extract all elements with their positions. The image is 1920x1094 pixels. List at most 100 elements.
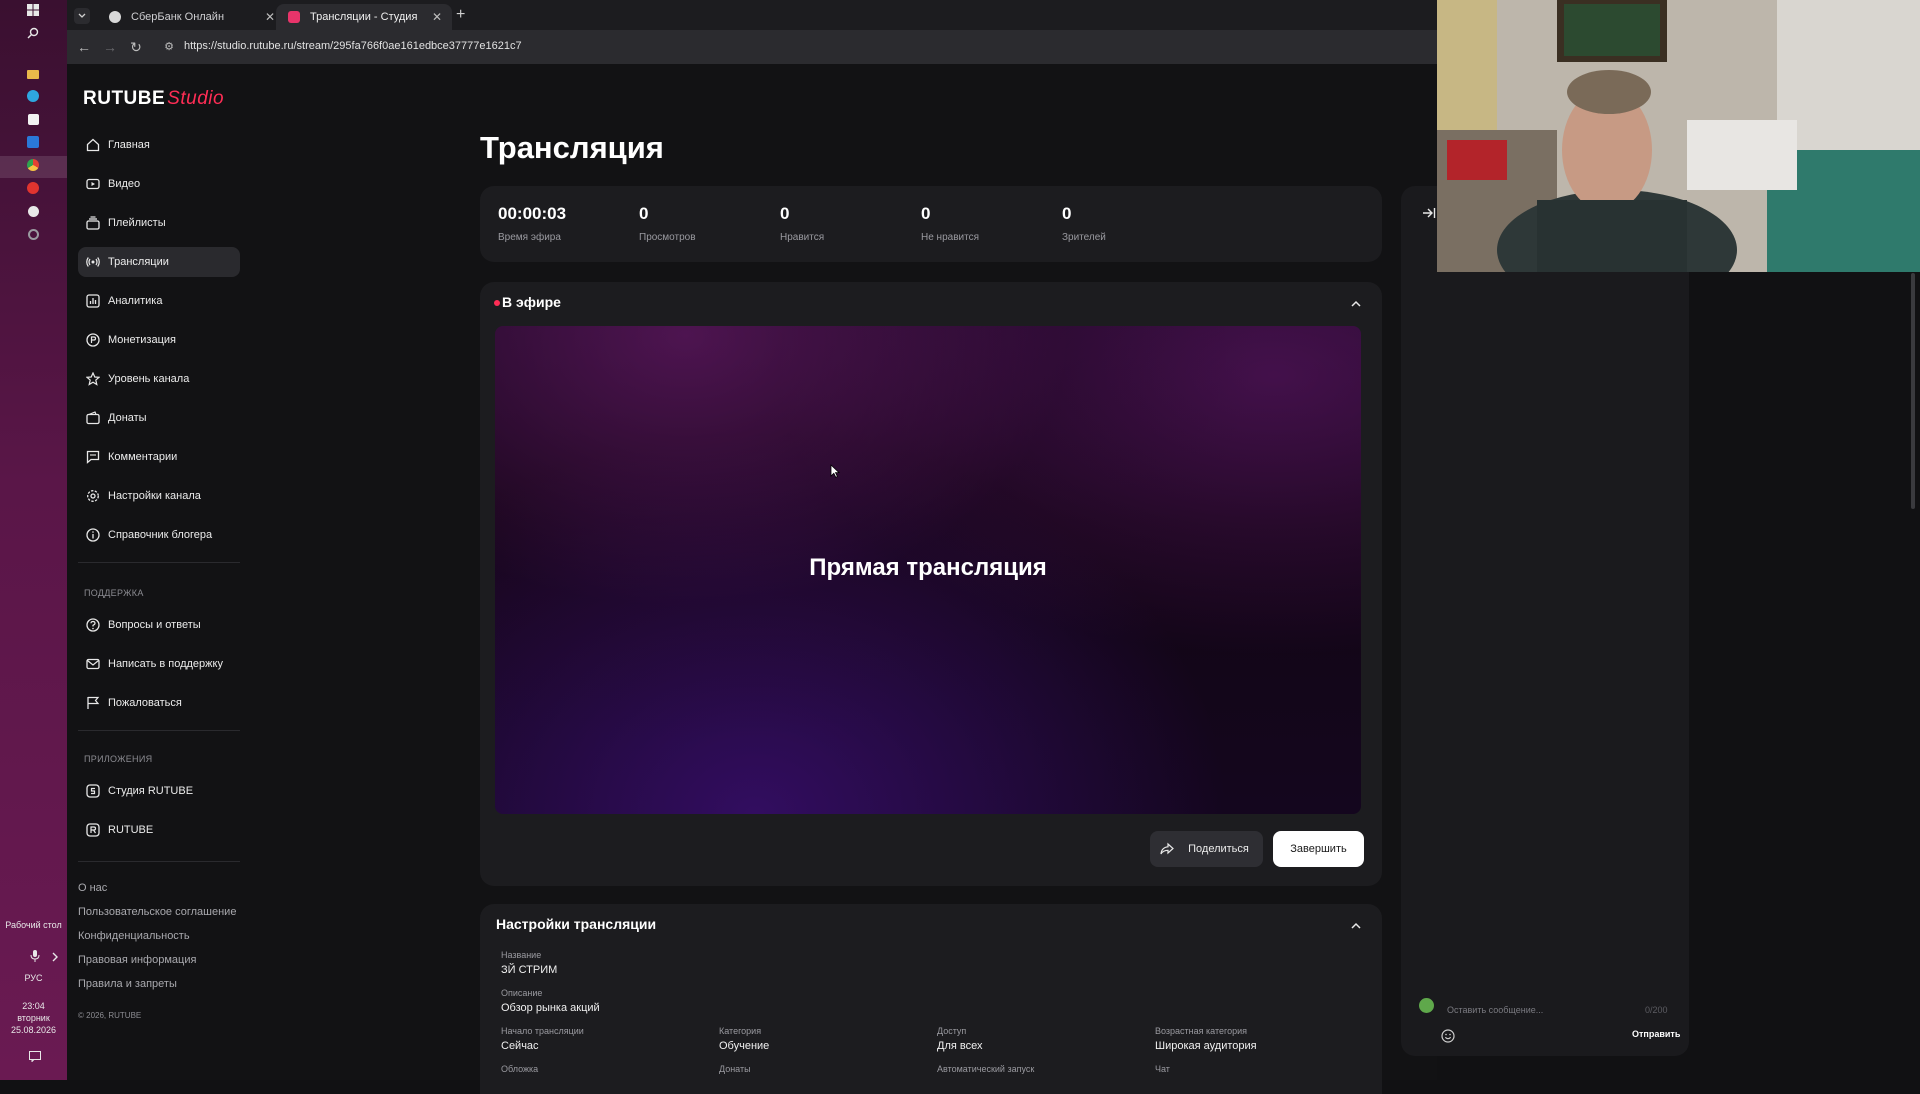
close-icon[interactable]: ✕: [432, 4, 442, 30]
chat-send-button[interactable]: Отправить: [1632, 1029, 1680, 1039]
sidebar-item-label: Справочник блогера: [108, 529, 213, 541]
sidebar-item-broadcasts[interactable]: Трансляции: [78, 247, 240, 277]
footer-link-about[interactable]: О нас: [78, 882, 107, 894]
reload-icon[interactable]: ↻: [128, 39, 144, 55]
microphone-icon[interactable]: [27, 950, 43, 966]
forward-arrow-icon[interactable]: →: [102, 39, 118, 55]
desktop-label[interactable]: Рабочий стол: [0, 920, 67, 931]
url-text[interactable]: https://studio.rutube.ru/stream/295fa766…: [184, 40, 522, 52]
stream-preview-player[interactable]: Прямая трансляция: [495, 326, 1361, 814]
footer-link-rules[interactable]: Правила и запреты: [78, 978, 177, 990]
share-button[interactable]: Поделиться: [1150, 831, 1263, 867]
sidebar-item-label: Плейлисты: [108, 217, 166, 229]
yandex-icon[interactable]: [25, 182, 41, 198]
field-label-name: Название: [501, 950, 542, 960]
field-label-cover: Обложка: [501, 1064, 539, 1074]
rutube-studio-logo[interactable]: RUTUBE Studio: [83, 88, 224, 110]
sidebar-item-blogger-guide[interactable]: Справочник блогера: [78, 520, 240, 550]
sidebar-item-analytics[interactable]: Аналитика: [78, 286, 240, 316]
stat-dislikes-value: 0: [921, 204, 931, 223]
sberbank-favicon: [109, 11, 121, 23]
comment-icon: [86, 450, 100, 464]
calendar-app-icon[interactable]: [25, 113, 41, 129]
info-icon: [86, 528, 100, 542]
question-icon: [86, 618, 100, 632]
sidebar-item-video[interactable]: Видео: [78, 169, 240, 199]
sidebar-item-comments[interactable]: Комментарии: [78, 442, 240, 472]
field-value-description: Обзор рынка акций: [501, 1002, 600, 1014]
tab-sberbank[interactable]: СберБанк Онлайн ✕: [97, 4, 285, 30]
emoji-icon[interactable]: [1441, 1029, 1455, 1043]
sidebar-item-contact-support[interactable]: Написать в поддержку: [78, 649, 240, 679]
sidebar-item-faq[interactable]: Вопросы и ответы: [78, 610, 240, 640]
edge-icon[interactable]: [25, 90, 41, 106]
field-value-name: ЗЙ СТРИМ: [501, 964, 558, 976]
collapse-chat-icon[interactable]: [1422, 206, 1436, 220]
stats-card: 00:00:03 Время эфира 0 Просмотров 0 Нрав…: [480, 186, 1382, 262]
clock-time[interactable]: 23:04: [0, 1001, 67, 1012]
search-icon[interactable]: [25, 27, 41, 43]
settings-section-title: Настройки трансляции: [496, 916, 657, 932]
stat-dislikes-label: Не нравится: [921, 232, 979, 243]
sidebar-item-playlists[interactable]: Плейлисты: [78, 208, 240, 238]
sidebar-item-donations[interactable]: Донаты: [78, 403, 240, 433]
footer-link-legal[interactable]: Правовая информация: [78, 954, 196, 966]
browser-shield-icon[interactable]: [25, 205, 41, 221]
stream-settings-card: Настройки трансляции Название ЗЙ СТРИМ О…: [480, 904, 1382, 1094]
sidebar-item-channel-settings[interactable]: Настройки канала: [78, 481, 240, 511]
chevron-up-icon[interactable]: [1350, 298, 1362, 310]
settings-app-icon[interactable]: [25, 228, 41, 244]
windows-start-icon[interactable]: [25, 4, 41, 20]
chat-message-input[interactable]: Оставить сообщение...: [1447, 1005, 1543, 1015]
field-label-description: Описание: [501, 988, 543, 998]
sidebar-item-report[interactable]: Пожаловаться: [78, 688, 240, 718]
sidebar-item-home[interactable]: Главная: [78, 130, 240, 160]
stat-air-time-label: Время эфира: [498, 232, 561, 243]
field-label-start: Начало трансляции: [501, 1026, 584, 1036]
sidebar-item-channel-level[interactable]: Уровень канала: [78, 364, 240, 394]
live-card: В эфире Прямая трансляция Поделиться Зав…: [480, 282, 1382, 886]
chat-panel: [1401, 186, 1689, 1056]
sidebar-item-rutube-app[interactable]: RUTUBE: [78, 815, 240, 845]
notification-icon[interactable]: [27, 1050, 43, 1066]
tab-rutube-studio[interactable]: Трансляции - Студия RUTUBE ✕: [276, 4, 452, 49]
back-arrow-icon[interactable]: ←: [76, 39, 92, 55]
field-label-category: Категория: [719, 1026, 762, 1036]
chevron-up-icon[interactable]: [1350, 920, 1362, 932]
tab-label: СберБанк Онлайн: [131, 11, 225, 23]
sidebar-item-monetization[interactable]: Монетизация: [78, 325, 240, 355]
coin-icon: [86, 333, 100, 347]
mouse-cursor-icon: [830, 464, 840, 478]
sidebar-item-label: RUTUBE: [108, 824, 154, 836]
site-info-icon[interactable]: ⚙: [161, 39, 177, 55]
sidebar-item-studio-app[interactable]: Студия RUTUBE: [78, 776, 240, 806]
field-label-autostart: Автоматический запуск: [937, 1064, 1035, 1074]
chevron-right-icon[interactable]: [47, 950, 63, 966]
analytics-icon: [86, 294, 100, 308]
chrome-icon[interactable]: [25, 159, 41, 175]
sidebar-item-label: Аналитика: [108, 295, 163, 307]
outlook-icon[interactable]: [25, 136, 41, 152]
chat-character-counter: 0/200: [1645, 1005, 1668, 1015]
footer-link-privacy[interactable]: Конфиденциальность: [78, 930, 190, 942]
field-label-access: Доступ: [937, 1026, 967, 1036]
file-explorer-icon[interactable]: [25, 67, 41, 83]
field-value-start: Сейчас: [501, 1040, 539, 1052]
field-value-category: Обучение: [719, 1040, 770, 1052]
mail-icon: [86, 658, 100, 670]
close-icon[interactable]: ✕: [265, 4, 275, 30]
tab-list-button[interactable]: [74, 8, 90, 24]
share-icon: [1160, 842, 1174, 855]
clock-weekday: вторник: [17, 1013, 50, 1023]
new-tab-button[interactable]: +: [456, 6, 465, 24]
stat-likes-value: 0: [780, 204, 790, 223]
footer-link-terms[interactable]: Пользовательское соглашение: [78, 906, 236, 918]
stat-views-value: 0: [639, 204, 649, 223]
page-scrollbar[interactable]: [1911, 273, 1915, 509]
language-indicator[interactable]: РУС: [0, 973, 67, 984]
field-value-access: Для всех: [937, 1040, 983, 1052]
end-stream-button[interactable]: Завершить: [1273, 831, 1364, 867]
field-value-age: Широкая аудитория: [1155, 1040, 1257, 1052]
browser-tab-bar: СберБанк Онлайн ✕ Трансляции - Студия RU…: [67, 0, 1437, 49]
sidebar-divider: [78, 562, 240, 563]
